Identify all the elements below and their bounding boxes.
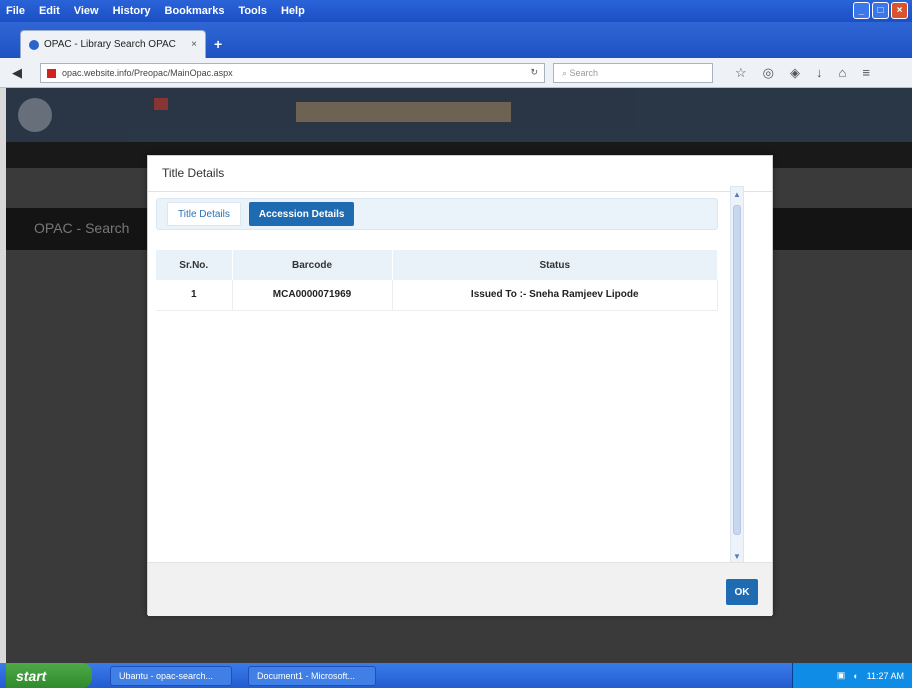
cell-barcode: MCA0000071969 xyxy=(232,280,393,311)
search-bar[interactable]: ⌕ Search xyxy=(553,63,713,83)
site-identity-icon xyxy=(47,68,56,78)
accession-table: Sr.No. Barcode Status 1 MCA0000071969 Is… xyxy=(156,250,718,311)
window-controls: _ □ × xyxy=(853,2,908,19)
url-text: opac.website.info/Preopac/MainOpac.aspx xyxy=(62,68,233,78)
minimize-icon[interactable]: _ xyxy=(853,2,870,19)
tab-strip: Title Details Accession Details xyxy=(156,198,718,230)
col-barcode: Barcode xyxy=(232,250,393,280)
table-row: 1 MCA0000071969 Issued To :- Sneha Ramje… xyxy=(156,280,718,311)
page-band-text: OPAC - Search xyxy=(34,220,130,236)
volume-icon[interactable]: ◐ xyxy=(853,671,858,681)
menu-icon[interactable]: ≡ xyxy=(862,65,870,81)
menu-tools[interactable]: Tools xyxy=(238,5,267,17)
cell-srno: 1 xyxy=(156,280,233,311)
screen: File Edit View History Bookmarks Tools H… xyxy=(0,0,912,688)
scroll-up-icon[interactable]: ▲ xyxy=(731,189,743,201)
close-icon[interactable]: × xyxy=(891,2,908,19)
site-search xyxy=(296,102,511,122)
title-details-dialog: Title Details Title Details Accession De… xyxy=(147,155,773,616)
col-srno: Sr.No. xyxy=(156,250,233,280)
scrollbar[interactable]: ▲ ▼ xyxy=(730,186,744,566)
tab-title: OPAC - Library Search OPAC xyxy=(44,39,176,50)
new-tab-icon[interactable]: + xyxy=(214,36,222,52)
download-icon[interactable]: ↓ xyxy=(816,65,823,81)
pocket-icon[interactable]: ◈ xyxy=(790,65,800,81)
site-header xyxy=(6,88,912,142)
col-status: Status xyxy=(392,250,718,280)
menu-view[interactable]: View xyxy=(74,5,99,17)
menu-edit[interactable]: Edit xyxy=(39,5,60,17)
menu-help[interactable]: Help xyxy=(281,5,305,17)
menu-bar: File Edit View History Bookmarks Tools H… xyxy=(0,0,912,22)
search-placeholder: Search xyxy=(569,68,599,78)
taskbar-item-document[interactable]: Document1 - Microsoft... xyxy=(248,666,376,686)
back-arrow-icon[interactable]: ◀ xyxy=(8,64,26,82)
search-icon: ⌕ xyxy=(562,67,570,78)
table-header-row: Sr.No. Barcode Status xyxy=(156,250,718,280)
favicon-icon xyxy=(29,39,39,50)
tab-accession-details[interactable]: Accession Details xyxy=(248,202,355,226)
scrollbar-thumb[interactable] xyxy=(733,205,741,535)
toolbar-icons: ☆ ◎ ◈ ↓ ⌂ ≡ xyxy=(735,65,870,81)
browser-tab[interactable]: OPAC - Library Search OPAC × xyxy=(20,30,206,58)
menu-bookmarks[interactable]: Bookmarks xyxy=(165,5,225,17)
tab-title-details[interactable]: Title Details xyxy=(167,202,241,226)
start-label: start xyxy=(16,667,47,684)
bookmark-star-icon[interactable]: ☆ xyxy=(735,65,747,81)
reader-icon[interactable]: ◎ xyxy=(763,65,774,81)
network-icon[interactable]: ▣ xyxy=(837,670,846,681)
system-tray: ▣ ◐ 11:27 AM xyxy=(792,663,912,688)
reload-icon[interactable]: ↻ xyxy=(530,67,538,78)
dialog-footer: OK xyxy=(148,562,772,616)
menu-file[interactable]: File xyxy=(6,5,25,17)
nav-bar: ◀ opac.website.info/Preopac/MainOpac.asp… xyxy=(0,58,912,88)
ok-button[interactable]: OK xyxy=(726,579,758,605)
maximize-icon[interactable]: □ xyxy=(872,2,889,19)
notification-badge xyxy=(154,98,168,110)
tab-close-icon[interactable]: × xyxy=(191,39,197,50)
home-icon[interactable]: ⌂ xyxy=(839,65,847,81)
logo xyxy=(18,98,52,132)
taskbar: start Ubantu - opac-search... Document1 … xyxy=(0,663,912,688)
dialog-body: Title Details Accession Details Sr.No. B… xyxy=(148,192,748,562)
menu-history[interactable]: History xyxy=(113,5,151,17)
start-button[interactable]: start xyxy=(6,663,92,688)
cell-status: Issued To :- Sneha Ramjeev Lipode xyxy=(392,280,718,311)
clock: 11:27 AM xyxy=(866,670,904,681)
tab-bar: OPAC - Library Search OPAC × + xyxy=(0,22,912,58)
url-bar[interactable]: opac.website.info/Preopac/MainOpac.aspx … xyxy=(40,63,545,83)
dialog-title: Title Details xyxy=(148,156,772,192)
taskbar-item-browser[interactable]: Ubantu - opac-search... xyxy=(110,666,232,686)
